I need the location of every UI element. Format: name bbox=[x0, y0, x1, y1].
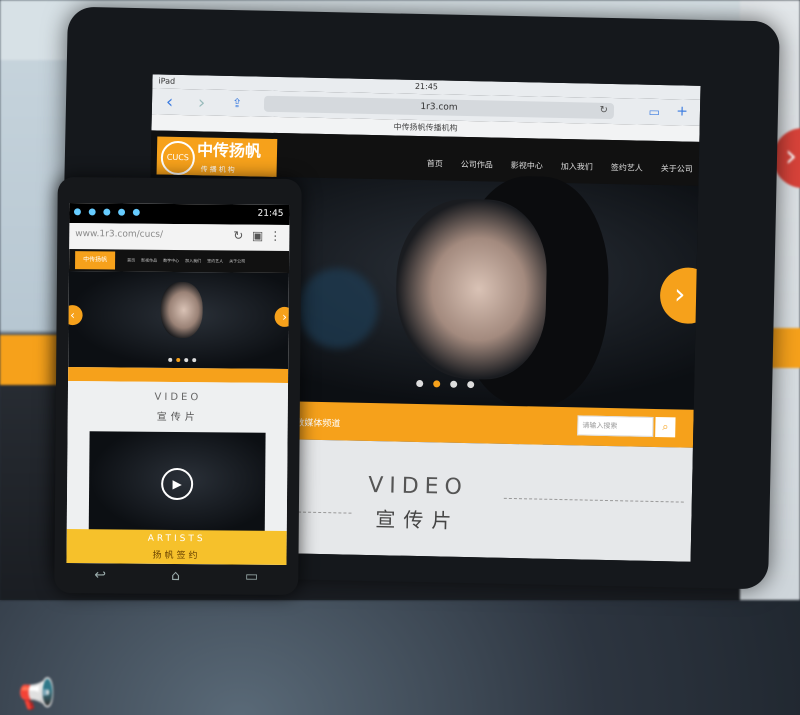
overflow-menu-icon[interactable]: ⋮ bbox=[269, 229, 281, 243]
address-bar[interactable]: 1r3.com ↻ bbox=[263, 95, 615, 120]
phone-site-header: 中传扬帆 首页 影视作品 数字中心 加入我们 签约艺人 关于公司 bbox=[68, 249, 290, 273]
phone-menu-item[interactable]: 签约艺人 bbox=[207, 258, 223, 264]
carousel-dot[interactable] bbox=[467, 381, 475, 389]
search-icon[interactable]: ⌕ bbox=[655, 417, 676, 438]
phone-menu-item[interactable]: 首页 bbox=[127, 258, 135, 264]
status-time: 21:45 bbox=[414, 81, 439, 92]
carousel-dot[interactable] bbox=[184, 358, 189, 363]
carousel-dots bbox=[416, 379, 475, 389]
carousel-dot-active[interactable] bbox=[176, 357, 181, 363]
menu-item-join[interactable]: 加入我们 bbox=[561, 161, 593, 173]
artists-heading-en: ARTISTS bbox=[147, 533, 206, 545]
menu-item-works[interactable]: 公司作品 bbox=[461, 159, 493, 171]
hero-bokeh bbox=[296, 267, 379, 350]
phone-menu: 首页 影视作品 数字中心 加入我们 签约艺人 关于公司 bbox=[127, 258, 245, 265]
phone-status-bar: ● ● ● ● ● 21:45 bbox=[69, 203, 290, 225]
phone-menu-item[interactable]: 影视作品 bbox=[141, 258, 157, 264]
share-icon[interactable]: ⇪ bbox=[232, 96, 242, 110]
phone-menu-item[interactable]: 加入我们 bbox=[185, 258, 201, 264]
phone-logo[interactable]: 中传扬帆 bbox=[75, 251, 116, 270]
hero-portrait bbox=[394, 197, 549, 381]
video-player[interactable]: ▶ bbox=[88, 431, 266, 537]
menu-item-about[interactable]: 关于公司 bbox=[661, 163, 693, 175]
phone-menu-item[interactable]: 关于公司 bbox=[229, 258, 245, 264]
android-phone: ● ● ● ● ● 21:45 www.1r3.com/cucs/ ↻ ▣ ⋮ … bbox=[54, 176, 302, 596]
carousel-dot-active[interactable] bbox=[433, 380, 441, 388]
device-label: iPad bbox=[158, 76, 176, 86]
phone-carousel-dots bbox=[168, 357, 197, 363]
megaphone-icon: 📢 bbox=[18, 677, 56, 712]
phone-hero: ‹ › bbox=[66, 271, 290, 369]
phone-address-bar[interactable]: www.1r3.com/cucs/ ↻ ▣ ⋮ bbox=[69, 223, 290, 252]
site-menu: 首页 公司作品 影视中心 加入我们 签约艺人 关于公司 bbox=[427, 158, 693, 175]
reload-icon[interactable]: ↻ bbox=[599, 103, 608, 119]
logo-name: 中传扬帆 bbox=[196, 140, 262, 161]
play-icon[interactable]: ▶ bbox=[161, 467, 194, 501]
chevron-right-icon[interactable]: › bbox=[274, 306, 290, 328]
reload-icon[interactable]: ↻ bbox=[233, 228, 243, 242]
bookmarks-icon[interactable]: ▭ bbox=[648, 105, 660, 119]
tabs-icon[interactable]: ▣ bbox=[252, 229, 263, 243]
carousel-dot[interactable] bbox=[192, 358, 197, 363]
back-icon[interactable]: ↩ bbox=[94, 567, 106, 585]
chevron-left-icon[interactable]: ‹ bbox=[66, 304, 83, 326]
phone-hero-portrait bbox=[160, 281, 203, 339]
new-tab-icon[interactable]: + bbox=[676, 103, 688, 119]
notification-icons: ● ● ● ● ● bbox=[73, 207, 143, 218]
phone-menu-item[interactable]: 数字中心 bbox=[163, 258, 179, 264]
artists-section: ARTISTS 扬帆签约 bbox=[66, 529, 287, 565]
carousel-dot[interactable] bbox=[450, 380, 458, 388]
android-nav-bar: ↩ ⌂ ▭ bbox=[94, 567, 258, 586]
menu-item-artists[interactable]: 签约艺人 bbox=[611, 162, 643, 174]
carousel-dot[interactable] bbox=[168, 357, 173, 362]
site-logo[interactable]: CUCS 中传扬帆 传播机构 bbox=[156, 136, 278, 178]
home-icon[interactable]: ⌂ bbox=[171, 568, 180, 586]
back-icon[interactable]: ‹ bbox=[166, 92, 174, 113]
menu-item-home[interactable]: 首页 bbox=[427, 158, 443, 169]
forward-icon[interactable]: › bbox=[198, 92, 206, 113]
phone-url: www.1r3.com/cucs/ bbox=[75, 229, 164, 240]
menu-item-film[interactable]: 影视中心 bbox=[511, 160, 543, 172]
background-right-orange bbox=[770, 328, 800, 368]
phone-video-section: VIDEO 宣传片 ▶ bbox=[66, 381, 289, 537]
address-text: 1r3.com bbox=[420, 102, 458, 113]
phone-screen: ● ● ● ● ● 21:45 www.1r3.com/cucs/ ↻ ▣ ⋮ … bbox=[66, 203, 290, 565]
chevron-right-icon[interactable]: › bbox=[659, 267, 701, 325]
carousel-dot[interactable] bbox=[416, 379, 424, 388]
phone-time: 21:45 bbox=[257, 208, 284, 219]
recents-icon[interactable]: ▭ bbox=[245, 569, 258, 587]
logo-circle: CUCS bbox=[160, 140, 196, 176]
phone-video-heading-cn: 宣传片 bbox=[156, 411, 199, 424]
phone-video-heading-en: VIDEO bbox=[154, 391, 202, 404]
band-label: 数媒体频道 bbox=[295, 418, 341, 430]
artists-heading-cn: 扬帆签约 bbox=[152, 550, 201, 562]
search-input[interactable]: 请输入搜索 bbox=[577, 415, 654, 437]
